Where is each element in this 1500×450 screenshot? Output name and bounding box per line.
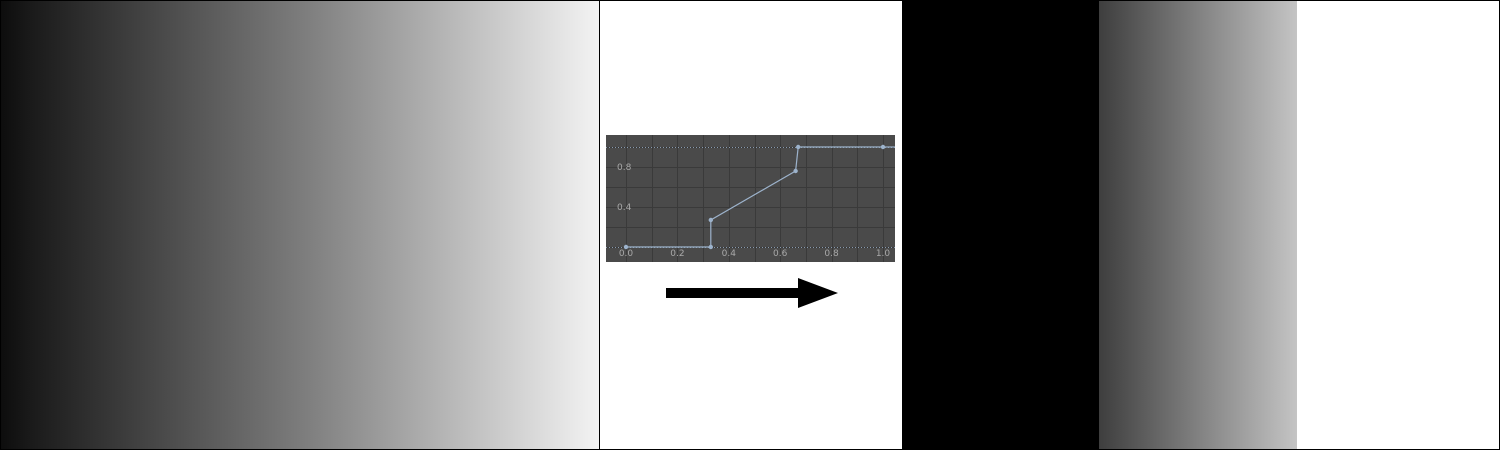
canvas: 0.0 0.2 0.4 0.6 0.8 1.0 0.4 0.8: [0, 0, 1500, 450]
x-tick-label: 0.6: [773, 249, 788, 259]
x-tick-label: 0.8: [824, 249, 839, 259]
x-tick-label: 0.0: [619, 249, 634, 259]
x-tick-label: 0.2: [670, 249, 684, 259]
curve-editor[interactable]: 0.0 0.2 0.4 0.6 0.8 1.0 0.4 0.8: [606, 135, 895, 262]
curve-editor-background: [606, 135, 895, 262]
arrow-head: [798, 278, 838, 308]
x-tick-label: 0.4: [722, 249, 737, 259]
curve-control-point[interactable]: [793, 168, 798, 174]
curve-control-point[interactable]: [708, 244, 714, 250]
y-tick-label: 0.8: [617, 163, 632, 173]
transform-panel: 0.0 0.2 0.4 0.6 0.8 1.0 0.4 0.8: [600, 1, 902, 449]
x-tick-label: 1.0: [876, 249, 891, 259]
input-gradient-panel: [1, 1, 600, 449]
output-gradient-panel: [902, 1, 1499, 449]
curve-control-point[interactable]: [708, 217, 714, 223]
y-tick-label: 0.4: [617, 203, 632, 213]
curve-control-point[interactable]: [795, 144, 801, 150]
arrow-shaft: [666, 288, 800, 298]
right-arrow-icon: [666, 278, 838, 308]
curve-control-point[interactable]: [880, 144, 886, 150]
